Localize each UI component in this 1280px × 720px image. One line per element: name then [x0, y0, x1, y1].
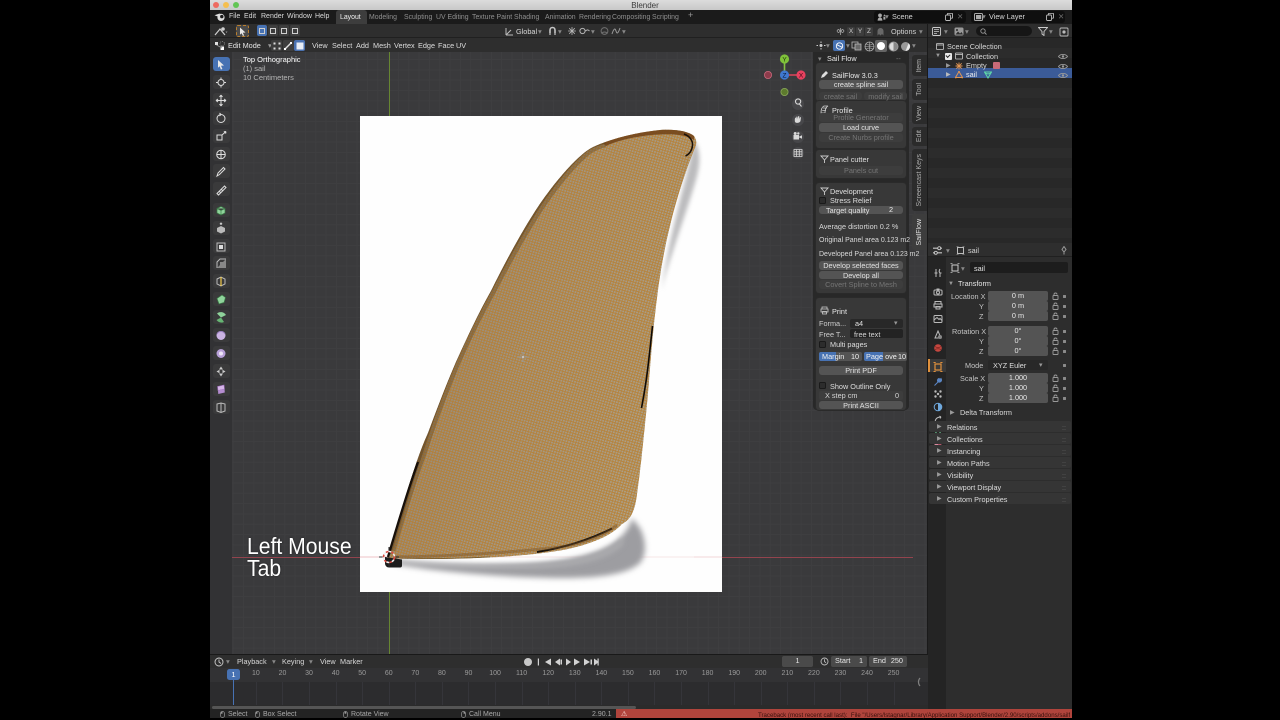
svg-text:X: X — [799, 73, 804, 80]
svg-text:Z: Z — [783, 73, 787, 80]
svg-text:Y: Y — [782, 57, 787, 64]
